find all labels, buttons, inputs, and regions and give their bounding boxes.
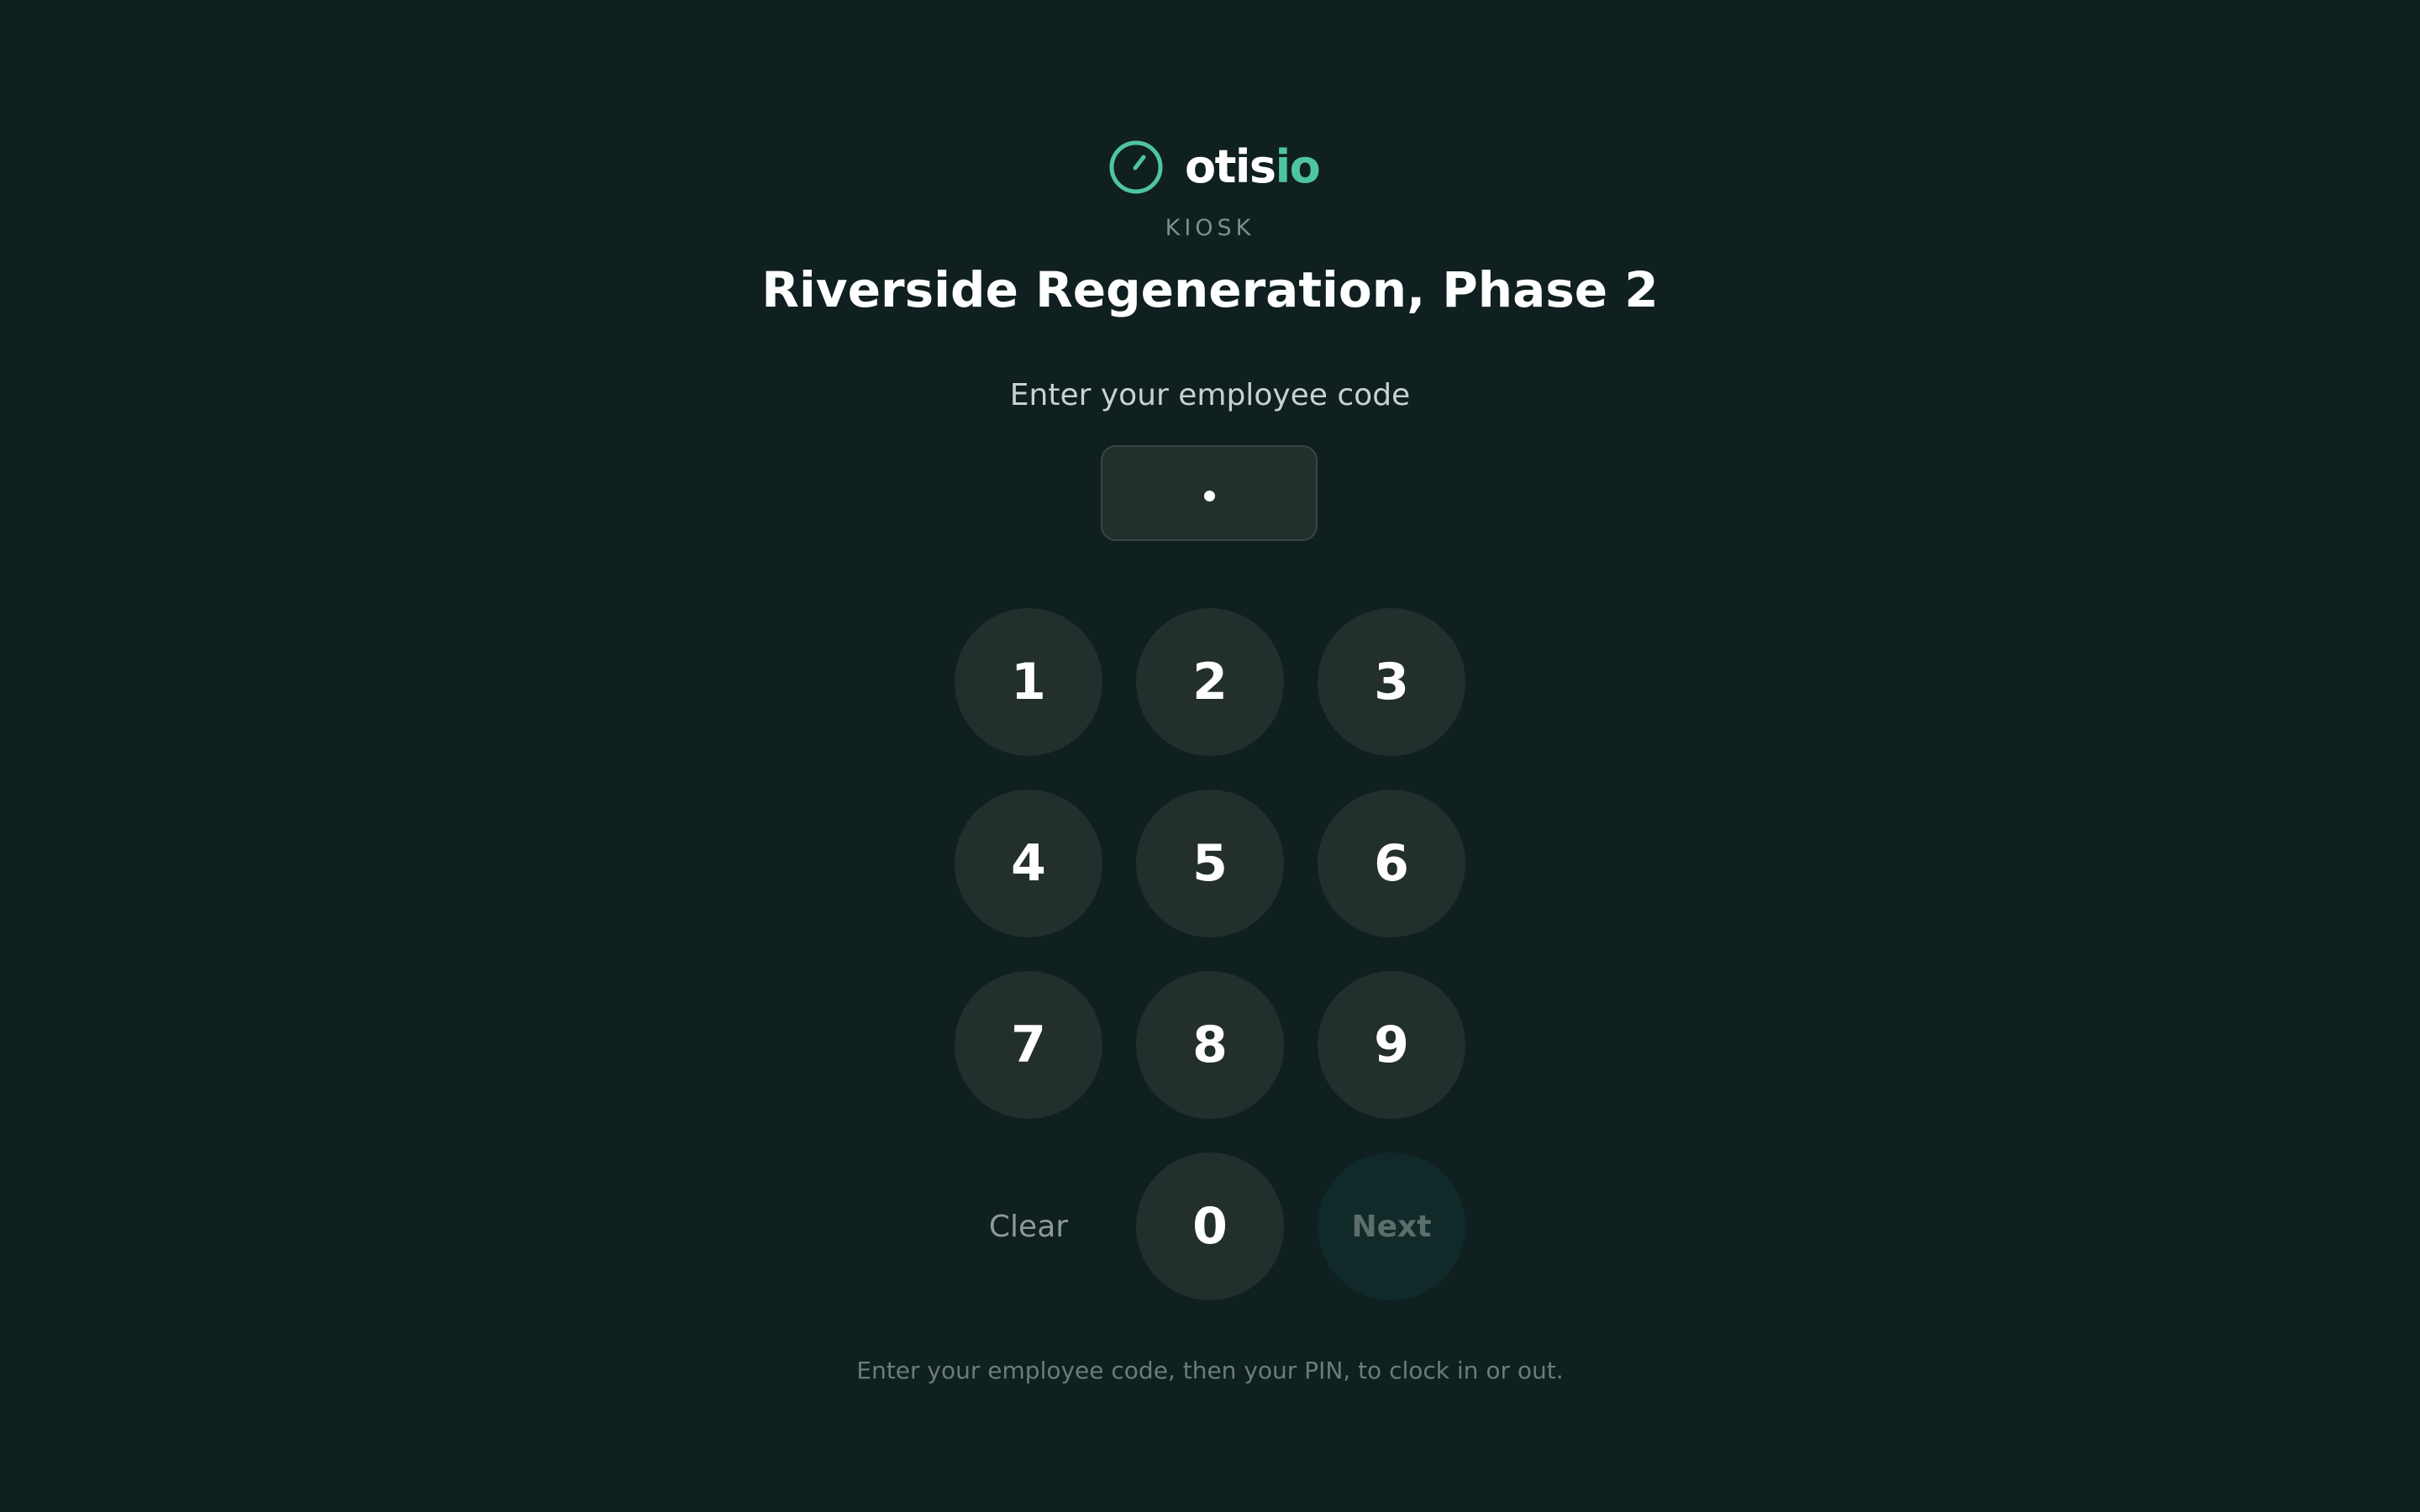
footer-hint: Enter your employee code, then your PIN,… xyxy=(856,1357,1564,1384)
brand-wordmark: otisio xyxy=(1185,138,1321,197)
keypad-key-0[interactable]: 0 xyxy=(1136,1152,1284,1300)
keypad-key-4[interactable]: 4 xyxy=(955,790,1102,937)
code-prompt: Enter your employee code xyxy=(1009,378,1411,412)
clear-button[interactable]: Clear xyxy=(955,1152,1102,1300)
keypad-key-8[interactable]: 8 xyxy=(1136,971,1284,1119)
kiosk-login-screen: otisio KIOSK Riverside Regeneration, Pha… xyxy=(0,0,2420,1512)
keypad-key-7[interactable]: 7 xyxy=(955,971,1102,1119)
keypad-key-2[interactable]: 2 xyxy=(1136,608,1284,756)
keypad-key-6[interactable]: 6 xyxy=(1318,790,1465,937)
brand-name-part1: otis xyxy=(1185,140,1276,193)
keypad-key-1[interactable]: 1 xyxy=(955,608,1102,756)
site-title: Riverside Regeneration, Phase 2 xyxy=(761,261,1659,318)
brand-logo: otisio xyxy=(1107,138,1321,197)
brand-name-part2: io xyxy=(1275,140,1321,193)
keypad-key-9[interactable]: 9 xyxy=(1318,971,1465,1119)
keypad-key-5[interactable]: 5 xyxy=(1136,790,1284,937)
stopwatch-icon xyxy=(1109,140,1163,194)
employee-code-field[interactable] xyxy=(1101,445,1318,541)
next-button[interactable]: Next xyxy=(1318,1152,1465,1300)
kiosk-label: KIOSK xyxy=(1165,215,1255,241)
masked-digit-dot xyxy=(1203,490,1215,501)
keypad-key-3[interactable]: 3 xyxy=(1318,608,1465,756)
